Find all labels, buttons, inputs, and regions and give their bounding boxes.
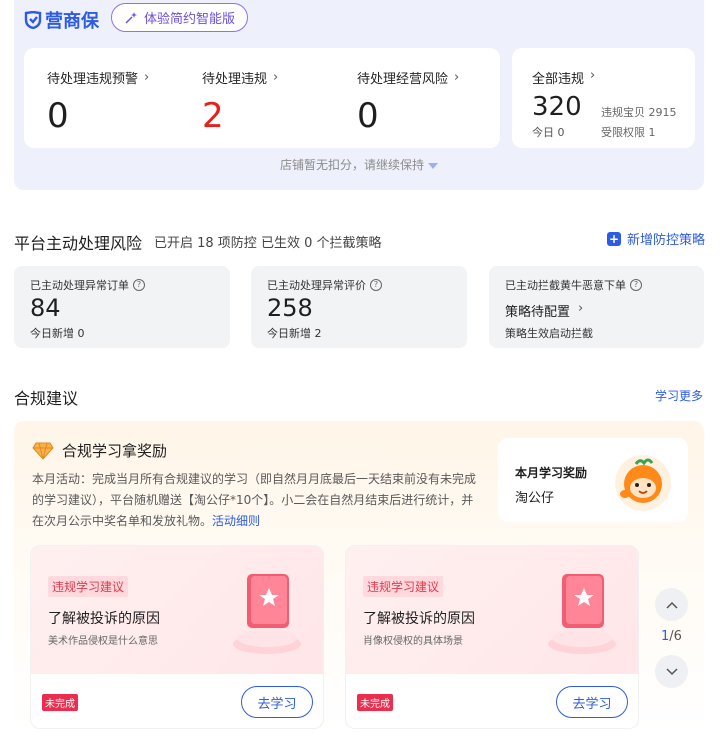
learning-card[interactable]: 违规学习建议 了解被投诉的原因 肖像权侵权的具体场景 未完成 去学习 <box>345 545 639 729</box>
book-star-icon <box>233 574 301 654</box>
scalper-block-label: 已主动拦截黄牛恶意下单 <box>505 279 626 292</box>
status-badge: 未完成 <box>42 694 78 711</box>
all-violations-label: 全部违规 <box>532 72 585 87</box>
pending-risk-value: 0 <box>357 96 379 136</box>
abnormal-review-card: 已主动处理异常评价? 258 今日新增 2 <box>251 266 467 348</box>
learning-title: 了解被投诉的原因 <box>48 611 160 627</box>
pending-violation-value: 2 <box>202 96 224 136</box>
violation-overview: 营商保 体验简约智能版 待处理违规预警 › 0 待处理违规 › 2 待处理经营风险 ›… <box>14 0 704 190</box>
abnormal-order-today: 今日新增 0 <box>30 327 85 340</box>
chevron-up-icon <box>665 601 678 609</box>
abnormal-review-label: 已主动处理异常评价 <box>267 279 366 292</box>
chevron-right-icon: › <box>273 70 279 85</box>
go-learn-button[interactable]: 去学习 <box>241 686 313 718</box>
award-description: 本月活动：完成当月所有合规建议的学习（即自然月月底最后一天结束前没有未完成的学习… <box>32 469 480 532</box>
pager-indicator: 1/6 <box>661 629 682 644</box>
diamond-icon <box>32 442 54 460</box>
learning-card[interactable]: 违规学习建议 了解被投诉的原因 美术作品侵权是什么意思 未完成 去学习 <box>30 545 324 729</box>
add-strategy-label: 新增防控策略 <box>627 233 706 248</box>
go-learn-button[interactable]: 去学习 <box>556 686 628 718</box>
sparkle-icon <box>125 11 137 24</box>
abnormal-order-value: 84 <box>30 294 61 322</box>
pending-warning-value: 0 <box>47 96 69 136</box>
abnormal-review-today: 今日新增 2 <box>267 327 322 340</box>
chevron-right-icon: › <box>590 68 596 83</box>
reward-name: 淘公仔 <box>515 491 555 506</box>
logo-text: 营商保 <box>45 11 99 32</box>
book-star-icon <box>548 574 616 654</box>
logo: 营商保 <box>24 7 99 33</box>
smart-version-button[interactable]: 体验简约智能版 <box>111 3 249 32</box>
pager-up-button[interactable] <box>655 588 688 621</box>
abnormal-order-label: 已主动处理异常订单 <box>30 279 129 292</box>
question-icon[interactable]: ? <box>630 279 642 291</box>
strategy-note: 策略生效启动拦截 <box>505 327 593 340</box>
learning-subtitle: 美术作品侵权是什么意思 <box>48 636 158 647</box>
pager-down-button[interactable] <box>655 655 688 688</box>
abnormal-review-value: 258 <box>267 294 313 322</box>
chevron-right-icon: › <box>578 301 584 316</box>
strategy-config-link[interactable]: 策略待配置 › <box>505 301 583 320</box>
scalper-block-card: 已主动拦截黄牛恶意下单? 策略待配置 › 策略生效启动拦截 <box>489 266 704 348</box>
learn-more-link[interactable]: 学习更多 <box>655 387 703 404</box>
pending-risk-metric[interactable]: 待处理经营风险 › 0 <box>357 68 459 135</box>
abnormal-order-card: 已主动处理异常订单? 84 今日新增 0 <box>14 266 230 348</box>
caret-down-icon <box>428 162 438 169</box>
smart-version-label: 体验简约智能版 <box>144 12 236 27</box>
question-icon[interactable]: ? <box>133 279 145 291</box>
plus-icon: + <box>607 231 621 246</box>
pending-warning-label: 待处理违规预警 <box>47 72 139 87</box>
question-icon[interactable]: ? <box>370 279 382 291</box>
risk-section-subtitle: 已开启 18 项防控 已生效 0 个拦截策略 <box>154 236 382 251</box>
learning-title: 了解被投诉的原因 <box>363 611 475 627</box>
pending-violation-label: 待处理违规 <box>202 72 268 87</box>
pending-warning-metric[interactable]: 待处理违规预警 › 0 <box>47 68 149 135</box>
activity-rules-link[interactable]: 活动细则 <box>212 514 260 528</box>
strategy-config-label: 策略待配置 <box>505 305 571 320</box>
all-violations-today: 今日 0 <box>532 126 565 139</box>
learning-tag: 违规学习建议 <box>48 576 129 597</box>
compliance-section-title: 合规建议 <box>14 389 79 408</box>
award-title: 合规学习拿奖励 <box>62 442 168 460</box>
score-tip-text: 店铺暂无扣分，请继续保持 <box>279 158 424 172</box>
learning-subtitle: 肖像权侵权的具体场景 <box>363 636 463 647</box>
chevron-right-icon: › <box>144 70 150 85</box>
all-violations-card[interactable]: 全部违规 › 320 今日 0 违规宝贝 2915 受限权限 1 <box>512 48 695 148</box>
restricted-permission-count: 受限权限 1 <box>601 126 656 139</box>
award-title-row: 合规学习拿奖励 <box>32 440 167 461</box>
pager-total: /6 <box>669 629 682 644</box>
score-tip[interactable]: 店铺暂无扣分，请继续保持 <box>14 156 704 173</box>
mascot-icon <box>615 455 671 511</box>
reward-title: 本月学习奖励 <box>515 466 588 480</box>
learning-tag: 违规学习建议 <box>363 576 444 597</box>
violation-items-count: 违规宝贝 2915 <box>601 106 677 119</box>
risk-section-title: 平台主动处理风险 <box>14 234 143 253</box>
status-badge: 未完成 <box>357 694 393 711</box>
add-strategy-button[interactable]: + 新增防控策略 <box>607 229 705 248</box>
all-violations-value: 320 <box>532 92 582 122</box>
chevron-right-icon: › <box>454 70 460 85</box>
chevron-down-icon <box>665 667 678 675</box>
shield-logo-icon <box>24 11 42 29</box>
pending-card: 待处理违规预警 › 0 待处理违规 › 2 待处理经营风险 › 0 <box>24 48 500 148</box>
pending-violation-metric[interactable]: 待处理违规 › 2 <box>202 68 278 135</box>
pending-risk-label: 待处理经营风险 <box>357 72 449 87</box>
reward-card: 本月学习奖励 淘公仔 <box>498 438 688 522</box>
